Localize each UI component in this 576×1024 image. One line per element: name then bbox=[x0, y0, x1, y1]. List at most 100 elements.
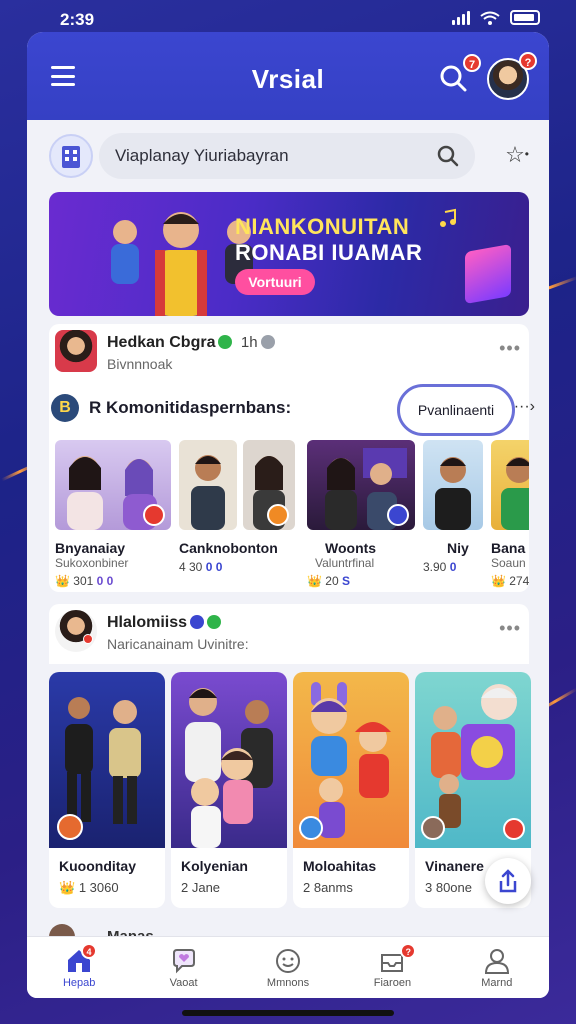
creator-image bbox=[423, 440, 483, 530]
more-options-icon[interactable]: ••• bbox=[499, 338, 521, 359]
tile-meta-value: 1 3060 bbox=[78, 880, 119, 895]
promo-banner[interactable]: NIANKONUITAN RONABI IUAMAR Vortuuri bbox=[49, 192, 529, 316]
bottom-navigation: 4 Hepab Vaoat Mmnons ? Fiaroen Marnd bbox=[27, 936, 549, 998]
creator-card[interactable]: Bnyanaiay Sukoxonbiner 👑 301 0 0 bbox=[55, 440, 171, 590]
nav-label: Mmnons bbox=[266, 977, 310, 989]
creator-stat-badges: S bbox=[341, 574, 350, 588]
creator-badge bbox=[267, 504, 289, 526]
thumbnail-art bbox=[185, 688, 273, 848]
profile-icon[interactable] bbox=[49, 134, 93, 178]
post-time: 1h bbox=[240, 334, 258, 351]
creator-photo bbox=[179, 440, 237, 530]
arrow-right-icon[interactable]: ···› bbox=[514, 398, 535, 416]
creator-image bbox=[491, 440, 529, 530]
banner-illustration bbox=[111, 212, 253, 316]
nav-item-explore[interactable]: Vaoat bbox=[131, 937, 235, 998]
more-options-icon[interactable]: ••• bbox=[499, 618, 521, 639]
verified-icon bbox=[218, 335, 233, 349]
star-icon[interactable]: ☆• bbox=[505, 142, 529, 168]
nav-item-moments[interactable]: Mmnons bbox=[236, 937, 340, 998]
search-input[interactable]: Viaplanay Yiuriabayran bbox=[99, 133, 475, 179]
notification-badge: 7 bbox=[463, 54, 481, 72]
search-icon[interactable] bbox=[437, 145, 459, 167]
home-indicator[interactable] bbox=[182, 1010, 394, 1016]
app-screen: Vrsial 7 ? Viaplanay Yiuriabayran ☆• NIA… bbox=[27, 32, 549, 998]
creator-stat-badges: 0 0 bbox=[205, 560, 223, 574]
section-title: R Komonitidaspernbans: bbox=[89, 398, 292, 417]
verified-icon bbox=[260, 335, 275, 349]
post-card: Hedkan Cbgra 1h Bivnnnoak ••• B R Komoni… bbox=[49, 324, 535, 592]
music-note-icon bbox=[440, 208, 456, 227]
tile-badge bbox=[503, 818, 525, 840]
creator-meta: Valuntrfinal bbox=[315, 556, 375, 570]
nav-label: Vaoat bbox=[169, 977, 198, 989]
banner-subheadline: RONABI IUAMAR bbox=[235, 240, 423, 265]
creator-card[interactable]: Niy 3.90 0 bbox=[423, 440, 483, 590]
creator-image bbox=[307, 440, 415, 530]
signal-icon bbox=[452, 10, 470, 25]
creator-meta: Soaun bbox=[491, 556, 526, 570]
post-author-name: Hlalomiiss bbox=[107, 614, 188, 631]
status-time: 2:39 bbox=[60, 10, 95, 29]
video-tile[interactable]: Moloahitas 2 8anms bbox=[293, 672, 409, 908]
nav-label: Hepab bbox=[62, 977, 96, 989]
creator-stat-value: 274 bbox=[509, 574, 529, 588]
post-author[interactable]: Hlalomiiss bbox=[107, 614, 222, 632]
creator-photo bbox=[501, 457, 529, 530]
creator-name: Canknobonton bbox=[179, 540, 278, 556]
creator-stats: 👑 20 S bbox=[307, 574, 350, 588]
creator-stat-badges: 0 bbox=[449, 560, 457, 574]
tile-title: Kolyenian bbox=[181, 858, 248, 874]
creator-card[interactable]: Canknobonton 4 30 0 0 bbox=[179, 440, 295, 590]
post-subtitle: Bivnnnoak bbox=[107, 356, 173, 372]
nav-item-home[interactable]: 4 Hepab bbox=[27, 937, 131, 998]
creator-stats: 3.90 0 bbox=[423, 560, 483, 574]
section-header: B R Komonitidaspernbans: Pvanlinaenti ··… bbox=[49, 384, 535, 436]
post-author[interactable]: Hedkan Cbgra 1h bbox=[107, 334, 275, 352]
video-thumbnail bbox=[171, 672, 287, 848]
avatar[interactable] bbox=[55, 330, 97, 372]
smile-icon bbox=[276, 949, 301, 973]
music-box-icon bbox=[465, 243, 511, 305]
search-row: Viaplanay Yiuriabayran ☆• bbox=[27, 130, 549, 182]
creator-carousel[interactable]: Bnyanaiay Sukoxonbiner 👑 301 0 0 Canknob… bbox=[49, 440, 529, 590]
creator-name: Bnyanaiay bbox=[55, 540, 126, 556]
creator-name: Woonts bbox=[325, 540, 377, 556]
video-tile[interactable]: Kuoonditay 👑 1 3060 bbox=[49, 672, 165, 908]
nav-item-profile[interactable]: Marnd bbox=[445, 937, 549, 998]
tile-meta: 2 8anms bbox=[303, 880, 353, 895]
creator-card[interactable]: Bana Soaun 👑 274 bbox=[491, 440, 529, 590]
video-grid: Kuoonditay 👑 1 3060 Kolyenian 2 Jane Mol… bbox=[49, 672, 531, 908]
search-placeholder: Viaplanay Yiuriabayran bbox=[115, 146, 289, 165]
nav-item-notifications[interactable]: ? Fiaroen bbox=[340, 937, 444, 998]
tile-meta: 3 80one bbox=[425, 880, 472, 895]
tile-title: Kuoonditay bbox=[59, 858, 136, 874]
creator-name: Niy bbox=[447, 540, 469, 556]
chat-heart-icon bbox=[172, 949, 195, 974]
creator-stat-value: 3.90 bbox=[423, 560, 447, 574]
post-card: Hlalomiiss Naricanainam Uvinitre: ••• Ku… bbox=[49, 604, 531, 954]
video-thumbnail bbox=[49, 672, 165, 848]
avatar-badge bbox=[83, 634, 93, 644]
creator-stat-value: 4 30 bbox=[179, 560, 203, 574]
banner-headline: NIANKONUITAN bbox=[235, 214, 410, 239]
video-thumbnail bbox=[293, 672, 409, 848]
avatar[interactable] bbox=[55, 610, 97, 652]
creator-card[interactable]: Woonts Valuntrfinal 👑 20 S bbox=[307, 440, 415, 590]
verified-icon bbox=[207, 615, 222, 629]
tile-badge bbox=[57, 814, 83, 840]
creator-image bbox=[55, 440, 171, 530]
verified-icon bbox=[190, 615, 205, 629]
user-icon bbox=[484, 949, 509, 974]
battery-icon bbox=[510, 10, 540, 25]
banner-button[interactable]: Vortuuri bbox=[235, 269, 315, 295]
search-icon[interactable] bbox=[439, 64, 467, 92]
video-tile[interactable]: Kolyenian 2 Jane bbox=[171, 672, 287, 908]
highlight-button[interactable]: Pvanlinaenti bbox=[397, 384, 515, 436]
creator-name: Bana bbox=[491, 540, 526, 556]
creator-stat-badges: 0 0 bbox=[96, 574, 114, 588]
creator-stat-value: 301 bbox=[73, 574, 94, 588]
share-button[interactable] bbox=[485, 858, 531, 904]
creator-stats: 4 30 0 0 bbox=[179, 560, 295, 574]
creator-image bbox=[179, 440, 295, 530]
